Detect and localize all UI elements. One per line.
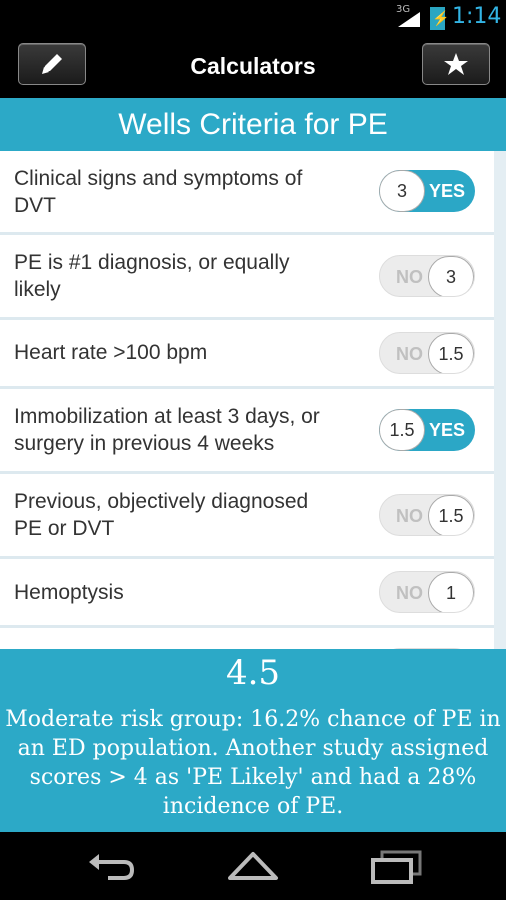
criteria-row: PE is #1 diagnosis, or equally likely NO… (0, 235, 494, 317)
toggle-points: 1 (428, 572, 474, 612)
criteria-row: Clinical signs and symptoms of DVT YES 3 (0, 151, 494, 232)
toggle-state: NO (396, 344, 423, 364)
list-scroll-track (494, 151, 506, 649)
recent-apps-icon[interactable] (370, 848, 424, 884)
criteria-list[interactable]: Clinical signs and symptoms of DVT YES 3… (0, 151, 506, 649)
criteria-row-partial (0, 628, 494, 649)
criteria-toggle[interactable]: NO 1.5 (379, 332, 475, 374)
signal-icon (398, 12, 420, 27)
toggle-state: NO (396, 506, 423, 526)
toggle-points: 1.5 (428, 333, 474, 373)
criteria-toggle[interactable]: NO 1.5 (379, 494, 475, 536)
toggle-points: 1.5 (379, 409, 425, 451)
battery-icon: ⚡ (430, 7, 449, 30)
criteria-toggle[interactable]: NO 3 (379, 255, 475, 297)
toggle-state: YES (428, 420, 465, 440)
criteria-row: Heart rate >100 bpm NO 1.5 (0, 320, 494, 386)
toggle-points: 1.5 (428, 495, 474, 535)
criteria-label: PE is #1 diagnosis, or equally likely (14, 251, 290, 301)
star-icon (444, 53, 468, 75)
result-score: 4.5 (225, 653, 281, 693)
criteria-label: Hemoptysis (14, 581, 124, 604)
criteria-row: Previous, objectively diagnosed PE or DV… (0, 474, 494, 556)
criteria-toggle[interactable]: YES 1.5 (379, 409, 475, 451)
favorite-button[interactable] (422, 43, 490, 85)
status-time: 1:14 (452, 4, 502, 29)
calculator-header: Wells Criteria for PE (0, 98, 506, 151)
criteria-label: Previous, objectively diagnosed PE or DV… (14, 490, 309, 540)
toggle-points: 3 (428, 256, 474, 296)
home-icon[interactable] (226, 848, 280, 884)
criteria-label: Heart rate >100 bpm (14, 341, 208, 364)
criteria-label: Immobilization at least 3 days, or surge… (14, 405, 320, 455)
toggle-state: YES (428, 181, 465, 201)
criteria-toggle[interactable]: NO 1 (379, 571, 475, 613)
navigation-bar (0, 832, 506, 900)
action-bar: Calculators (0, 33, 506, 98)
criteria-row: Hemoptysis NO 1 (0, 559, 494, 625)
back-icon[interactable] (86, 848, 138, 884)
result-description: Moderate risk group: 16.2% chance of PE … (5, 707, 501, 819)
toggle-state: NO (396, 583, 423, 603)
calculator-title: Wells Criteria for PE (118, 108, 388, 141)
toggle-points: 3 (379, 170, 425, 212)
status-bar: 3G ⚡ 1:14 (0, 0, 506, 33)
criteria-toggle[interactable]: YES 3 (379, 170, 475, 212)
criteria-label: Clinical signs and symptoms of DVT (14, 167, 303, 217)
toggle-state: NO (396, 267, 423, 287)
result-panel: 4.5 Moderate risk group: 16.2% chance of… (0, 649, 506, 832)
criteria-row: Immobilization at least 3 days, or surge… (0, 389, 494, 471)
